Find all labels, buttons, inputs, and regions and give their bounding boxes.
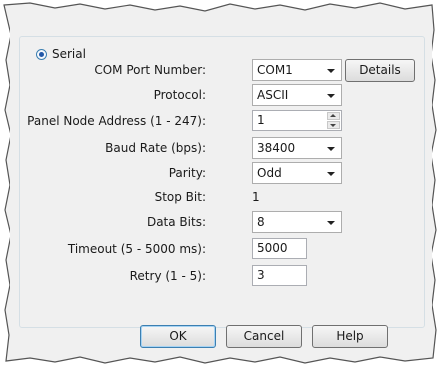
- node-address-label: Panel Node Address (1 - 247):: [27, 114, 206, 128]
- parity-dropdown[interactable]: Odd: [252, 162, 342, 184]
- retry-input[interactable]: 3: [252, 265, 307, 286]
- serial-radio-button[interactable]: [36, 48, 47, 60]
- stop-bit-label: Stop Bit:: [154, 190, 206, 204]
- data-bits-label: Data Bits:: [146, 215, 206, 229]
- retry-value: 3: [257, 268, 265, 282]
- timeout-value: 5000: [257, 241, 288, 255]
- com-port-label: COM Port Number:: [94, 63, 206, 77]
- ok-button[interactable]: OK: [140, 325, 216, 348]
- timeout-input[interactable]: 5000: [252, 238, 307, 259]
- protocol-dropdown[interactable]: ASCII: [252, 84, 342, 106]
- data-bits-dropdown[interactable]: 8: [252, 211, 342, 233]
- help-button[interactable]: Help: [312, 325, 388, 348]
- timeout-label: Timeout (5 - 5000 ms):: [67, 242, 206, 256]
- serial-radio-label: Serial: [52, 47, 86, 61]
- serial-group-box: Serial COM Port Number: COM1 Details Pro…: [19, 36, 425, 328]
- spin-up-icon[interactable]: [327, 112, 340, 120]
- chevron-down-icon: [327, 147, 335, 151]
- protocol-label: Protocol:: [153, 88, 206, 102]
- stop-bit-value: 1: [252, 190, 260, 204]
- protocol-value: ASCII: [257, 88, 289, 102]
- baud-rate-label: Baud Rate (bps):: [105, 141, 206, 155]
- spin-down-icon[interactable]: [327, 121, 340, 129]
- details-button[interactable]: Details: [345, 59, 415, 82]
- chevron-down-icon: [327, 172, 335, 176]
- serial-radio-option[interactable]: Serial: [33, 46, 89, 62]
- parity-value: Odd: [257, 166, 282, 180]
- com-port-value: COM1: [257, 63, 293, 77]
- data-bits-value: 8: [257, 215, 265, 229]
- baud-rate-dropdown[interactable]: 38400: [252, 137, 342, 159]
- chevron-down-icon: [327, 221, 335, 225]
- node-address-spinbox[interactable]: 1: [252, 110, 342, 131]
- node-address-value: 1: [257, 113, 265, 127]
- serial-settings-dialog: Serial COM Port Number: COM1 Details Pro…: [10, 18, 432, 354]
- retry-label: Retry (1 - 5):: [129, 269, 206, 283]
- parity-label: Parity:: [168, 166, 206, 180]
- com-port-dropdown[interactable]: COM1: [252, 59, 342, 81]
- cancel-button[interactable]: Cancel: [226, 325, 302, 348]
- chevron-down-icon: [327, 94, 335, 98]
- chevron-down-icon: [327, 69, 335, 73]
- node-address-spinner[interactable]: [327, 112, 340, 129]
- baud-rate-value: 38400: [257, 141, 296, 155]
